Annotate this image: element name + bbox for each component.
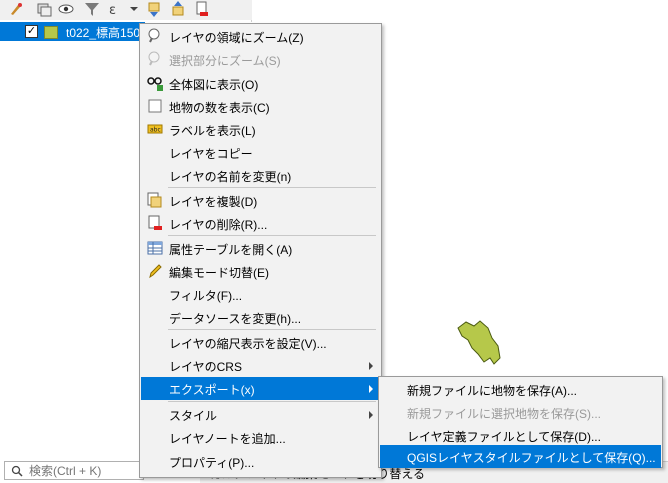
layer-visibility-checkbox[interactable]: ✓ [25, 25, 38, 38]
zoom-selection-icon [148, 51, 160, 66]
filter-icon[interactable] [84, 1, 100, 17]
export-submenu: 新規ファイルに地物を保存(A)... 新規ファイルに選択地物を保存(S)... … [378, 376, 663, 468]
menu-open-attribute-table[interactable]: 属性テーブルを開く(A) [141, 237, 380, 260]
menu-label: エクスポート(x) [169, 383, 255, 397]
submenu-arrow-icon [369, 411, 373, 419]
menu-layer-crs[interactable]: レイヤのCRS [141, 354, 380, 377]
submenu-save-as-layer-definition[interactable]: レイヤ定義ファイルとして保存(D)... [380, 424, 661, 447]
menu-copy-layer[interactable]: レイヤをコピー [141, 141, 380, 164]
menu-label: レイヤを複製(D) [169, 195, 258, 209]
menu-separator [168, 329, 376, 330]
menu-label: レイヤの縮尺表示を設定(V)... [169, 337, 327, 351]
remove-layer-icon [148, 215, 162, 230]
locator-search[interactable] [4, 461, 144, 480]
add-group-icon[interactable] [36, 1, 52, 17]
remove-layer-icon[interactable] [194, 1, 210, 17]
menu-separator [168, 401, 376, 402]
label-icon: abc [147, 124, 163, 134]
submenu-arrow-icon [369, 362, 373, 370]
menu-styles[interactable]: スタイル [141, 403, 380, 426]
menu-export[interactable]: エクスポート(x) [141, 377, 380, 400]
menu-label: レイヤの領域にズーム(Z) [169, 31, 304, 45]
menu-filter[interactable]: フィルタ(F)... [141, 283, 380, 306]
menu-label: 全体図に表示(O) [169, 78, 259, 92]
submenu-save-selected-features-as[interactable]: 新規ファイルに選択地物を保存(S)... [380, 401, 661, 424]
menu-label: レイヤノートを追加... [169, 432, 286, 446]
svg-text:abc: abc [150, 127, 161, 134]
menu-label: 選択部分にズーム(S) [169, 54, 281, 68]
menu-separator [168, 235, 376, 236]
menu-label: レイヤをコピー [169, 147, 253, 161]
layer-symbol-swatch [44, 26, 58, 39]
menu-label: ラベルを表示(L) [169, 124, 256, 138]
menu-label: プロパティ(P)... [169, 456, 255, 470]
submenu-save-as-qgis-style[interactable]: QGISレイヤスタイルファイルとして保存(Q)... [380, 445, 661, 468]
menu-label: レイヤの削除(R)... [169, 218, 268, 232]
menu-rename-layer[interactable]: レイヤの名前を変更(n) [141, 164, 380, 187]
pencil-icon [149, 264, 162, 279]
attribute-table-icon [147, 241, 163, 255]
checkbox-icon [148, 99, 162, 113]
style-manager-icon[interactable] [8, 1, 24, 17]
expand-all-icon[interactable] [146, 1, 162, 17]
menu-label: レイヤ定義ファイルとして保存(D)... [407, 430, 601, 444]
menu-label: 新規ファイルに選択地物を保存(S)... [407, 407, 601, 421]
search-input[interactable] [29, 463, 139, 478]
chevron-down-icon[interactable] [126, 1, 142, 17]
menu-show-in-overview[interactable]: 全体図に表示(O) [141, 72, 380, 95]
menu-show-labels[interactable]: abc ラベルを表示(L) [141, 118, 380, 141]
zoom-layer-icon [148, 28, 160, 43]
overview-icon [147, 77, 163, 91]
menu-label: レイヤの名前を変更(n) [169, 170, 292, 184]
menu-set-scale-visibility[interactable]: レイヤの縮尺表示を設定(V)... [141, 331, 380, 354]
menu-label: フィルタ(F)... [169, 289, 243, 303]
menu-add-layer-notes[interactable]: レイヤノートを追加... [141, 426, 380, 449]
layers-toolbar: ε [0, 0, 252, 20]
menu-label: 地物の数を表示(C) [169, 101, 270, 115]
search-icon [11, 465, 23, 477]
menu-zoom-to-selection[interactable]: 選択部分にズーム(S) [141, 48, 380, 71]
menu-label: レイヤのCRS [169, 360, 242, 374]
menu-label: データソースを変更(h)... [169, 312, 302, 326]
menu-label: スタイル [169, 409, 218, 423]
menu-separator [168, 187, 376, 188]
svg-text:ε: ε [109, 3, 116, 17]
visibility-eye-icon[interactable] [58, 1, 74, 17]
duplicate-layer-icon [147, 192, 162, 208]
menu-toggle-editing[interactable]: 編集モード切替(E) [141, 260, 380, 283]
menu-change-data-source[interactable]: データソースを変更(h)... [141, 306, 380, 329]
layer-name: t022_標高150 [66, 26, 141, 40]
layer-context-menu: レイヤの領域にズーム(Z) 選択部分にズーム(S) 全体図に表示(O) 地物の数… [139, 23, 382, 478]
menu-duplicate-layer[interactable]: レイヤを複製(D) [141, 189, 380, 212]
collapse-all-icon[interactable] [170, 1, 186, 17]
menu-remove-layer[interactable]: レイヤの削除(R)... [141, 212, 380, 235]
menu-label: 新規ファイルに地物を保存(A)... [407, 384, 577, 398]
menu-properties[interactable]: プロパティ(P)... [141, 450, 380, 473]
menu-show-feature-count[interactable]: 地物の数を表示(C) [141, 95, 380, 118]
menu-label: 属性テーブルを開く(A) [169, 243, 293, 257]
submenu-arrow-icon [369, 385, 373, 393]
menu-label: QGISレイヤスタイルファイルとして保存(Q)... [407, 451, 656, 465]
menu-label: 編集モード切替(E) [169, 266, 269, 280]
expression-filter-icon[interactable]: ε [108, 1, 124, 17]
menu-zoom-to-layer[interactable]: レイヤの領域にズーム(Z) [141, 25, 380, 48]
submenu-save-features-as[interactable]: 新規ファイルに地物を保存(A)... [380, 378, 661, 401]
